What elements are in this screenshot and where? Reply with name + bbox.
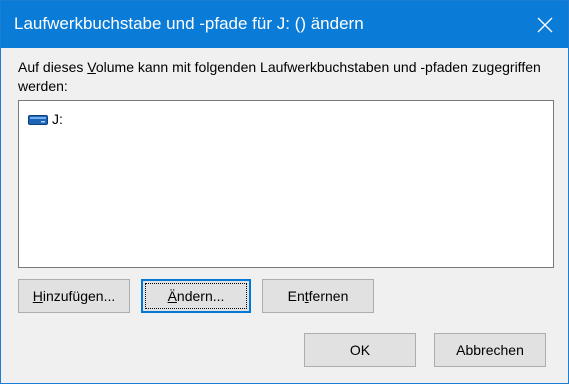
- ok-button[interactable]: OK: [304, 333, 416, 367]
- title-bar[interactable]: Laufwerkbuchstabe und -pfade für J: () ä…: [1, 1, 568, 48]
- change-button[interactable]: Ändern...: [141, 279, 251, 313]
- remove-button[interactable]: En t fernen: [262, 279, 374, 313]
- cancel-button[interactable]: Abbrechen: [434, 333, 546, 367]
- dialog-window: Laufwerkbuchstabe und -pfade für J: () ä…: [0, 0, 569, 384]
- window-title: Laufwerkbuchstabe und -pfade für J: () ä…: [14, 14, 364, 33]
- drive-icon: [28, 113, 48, 125]
- list-item-label: J:: [52, 111, 63, 127]
- description-label: Auf dieses Volume kann mit folgenden Lau…: [18, 59, 541, 94]
- add-button[interactable]: Hinzufügen...: [18, 279, 130, 313]
- focus-ring: [145, 283, 247, 309]
- drive-path-list[interactable]: J:: [18, 100, 554, 268]
- close-button[interactable]: [522, 1, 568, 48]
- close-icon: [537, 17, 553, 32]
- list-item[interactable]: J:: [28, 110, 63, 128]
